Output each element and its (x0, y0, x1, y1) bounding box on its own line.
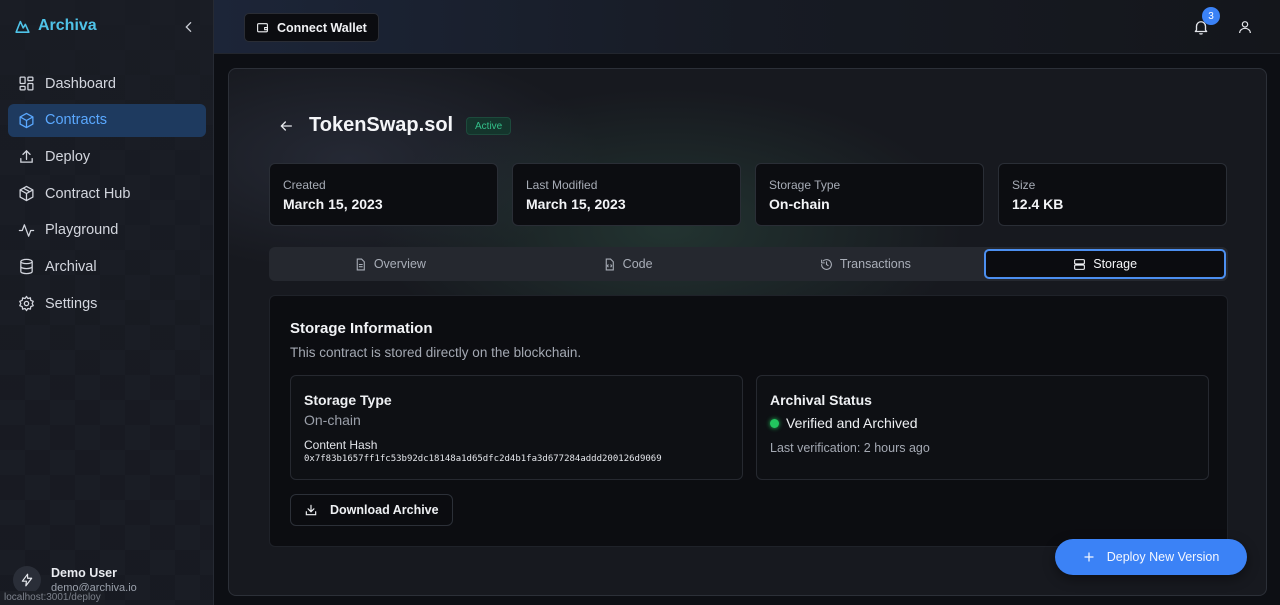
archival-status-card: Archival Status Verified and Archived La… (756, 375, 1209, 480)
database-icon (20, 259, 33, 275)
sidebar-item-label: Settings (45, 295, 98, 312)
download-archive-label: Download Archive (330, 503, 439, 517)
sidebar-item-deploy[interactable]: Deploy (8, 140, 206, 173)
user-name: Demo User (51, 566, 117, 580)
stat-label: Storage Type (769, 178, 841, 192)
stat-label: Created (283, 178, 326, 192)
brand-logo[interactable]: Archiva (14, 17, 97, 35)
storage-information-card: Storage Information This contract is sto… (269, 295, 1228, 547)
plus-icon (1084, 552, 1094, 562)
sidebar-item-label: Contract Hub (45, 185, 131, 202)
brand-name: Archiva (38, 17, 97, 34)
stat-card-last-modified: Last Modified March 15, 2023 (512, 163, 741, 226)
contract-detail-panel: TokenSwap.sol Active Created March 15, 2… (228, 68, 1267, 596)
stat-value: March 15, 2023 (526, 196, 626, 212)
notification-badge: 3 (1202, 7, 1220, 25)
storage-type-card: Storage Type On-chain Content Hash 0x7f8… (290, 375, 743, 480)
tab-label: Storage (1093, 257, 1138, 271)
code-file-icon (605, 258, 614, 270)
download-archive-button[interactable]: Download Archive (290, 494, 453, 526)
browser-status-url: localhost:3001/deploy (0, 591, 105, 605)
sidebar-item-contract-hub[interactable]: Contract Hub (8, 177, 206, 210)
tab-transactions[interactable]: Transactions (747, 249, 985, 279)
archiva-logo-icon (15, 20, 30, 33)
verified-status: Verified and Archived (770, 415, 918, 431)
tab-code[interactable]: Code (509, 249, 747, 279)
storage-type-heading: Storage Type (304, 392, 392, 408)
gear-icon (19, 295, 34, 312)
tab-label: Transactions (839, 257, 911, 271)
archival-status-heading: Archival Status (770, 392, 872, 408)
card-subtitle: This contract is stored directly on the … (290, 345, 582, 360)
tab-storage[interactable]: Storage (984, 249, 1226, 279)
cube-icon (19, 112, 34, 128)
sidebar-item-label: Playground (45, 222, 119, 239)
stat-card-storage-type: Storage Type On-chain (755, 163, 984, 226)
page-title: TokenSwap.sol (309, 114, 454, 136)
chevron-left-icon (185, 21, 192, 33)
sidebar-item-playground[interactable]: Playground (8, 214, 206, 247)
stat-value: On-chain (769, 196, 830, 212)
avatar (13, 566, 41, 594)
sidebar-item-label: Contracts (45, 112, 108, 129)
activity-icon (18, 223, 35, 237)
status-badge: Active (466, 117, 512, 135)
stat-label: Last Modified (526, 178, 598, 192)
content-hash-value[interactable]: 0x7f83b1657ff1fc53b92dc18148a1d65dfc2d4b… (304, 454, 662, 464)
last-verification-text: Last verification: 2 hours ago (770, 441, 930, 455)
stat-card-created: Created March 15, 2023 (269, 163, 498, 226)
deploy-new-version-button[interactable]: Deploy New Version (1055, 539, 1247, 575)
tab-overview[interactable]: Overview (271, 249, 509, 279)
package-icon (19, 185, 34, 202)
stat-label: Size (1012, 178, 1036, 192)
tab-label: Overview (373, 257, 426, 271)
connect-wallet-button[interactable]: Connect Wallet (244, 13, 379, 42)
storage-type-value: On-chain (304, 412, 361, 428)
sidebar-item-label: Archival (45, 258, 97, 275)
sidebar-item-label: Dashboard (45, 75, 116, 92)
tab-bar: Overview Code Transactions Storage (269, 247, 1228, 281)
document-icon (356, 258, 365, 270)
status-dot-icon (770, 418, 779, 428)
sidebar-item-archival[interactable]: Archival (8, 250, 206, 283)
sidebar-item-settings[interactable]: Settings (8, 287, 206, 320)
sidebar: Archiva Dashboard Contracts Deploy Contr… (0, 0, 214, 605)
wallet-icon (257, 23, 268, 33)
arrow-left-icon[interactable] (278, 118, 294, 134)
sidebar-nav: Dashboard Contracts Deploy Contract Hub … (8, 67, 206, 324)
stat-value: March 15, 2023 (283, 196, 383, 212)
server-icon (1074, 258, 1086, 270)
stat-card-size: Size 12.4 KB (998, 163, 1227, 226)
dashboard-icon (19, 76, 34, 91)
download-icon (305, 504, 317, 516)
sidebar-item-dashboard[interactable]: Dashboard (8, 67, 206, 100)
connect-wallet-label: Connect Wallet (277, 20, 367, 35)
history-icon (820, 258, 832, 270)
top-bar: Connect Wallet 3 (214, 0, 1280, 54)
lightning-icon (21, 573, 33, 587)
collapse-sidebar-button[interactable] (180, 18, 198, 36)
sidebar-item-contracts[interactable]: Contracts (8, 103, 206, 137)
upload-icon (20, 150, 33, 164)
card-title: Storage Information (290, 320, 433, 337)
stat-value: 12.4 KB (1012, 196, 1064, 212)
user-icon[interactable] (1237, 19, 1253, 35)
contract-stats: Created March 15, 2023 Last Modified Mar… (269, 163, 1227, 226)
content-hash-label: Content Hash (304, 438, 378, 452)
sidebar-item-label: Deploy (45, 148, 91, 165)
tab-label: Code (622, 257, 653, 271)
deploy-new-version-label: Deploy New Version (1106, 550, 1220, 564)
verified-status-label: Verified and Archived (786, 415, 918, 431)
user-profile[interactable]: Demo User demo@archiva.io (13, 566, 137, 594)
